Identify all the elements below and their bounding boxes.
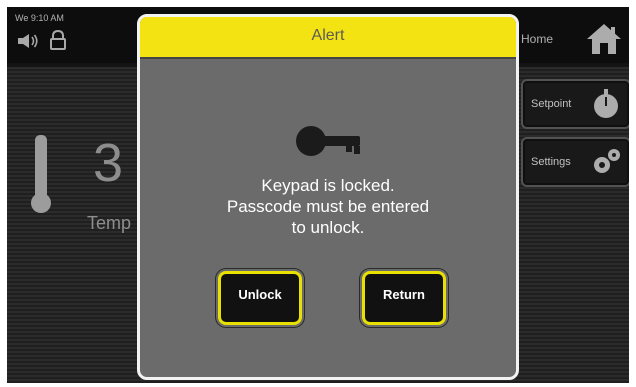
dialog-header: Alert <box>140 17 516 59</box>
dialog-title: Alert <box>311 27 345 44</box>
return-button[interactable]: Return <box>362 271 446 325</box>
alert-dialog: Alert Keypad is locked. Passcode must be… <box>137 14 519 380</box>
dialog-message: Keypad is locked. Passcode must be enter… <box>180 175 476 238</box>
message-line-1: Keypad is locked. <box>261 176 395 195</box>
message-line-3: to unlock. <box>291 218 365 237</box>
message-line-2: Passcode must be entered <box>226 197 430 216</box>
key-icon <box>296 126 360 156</box>
unlock-button[interactable]: Unlock <box>218 271 302 325</box>
